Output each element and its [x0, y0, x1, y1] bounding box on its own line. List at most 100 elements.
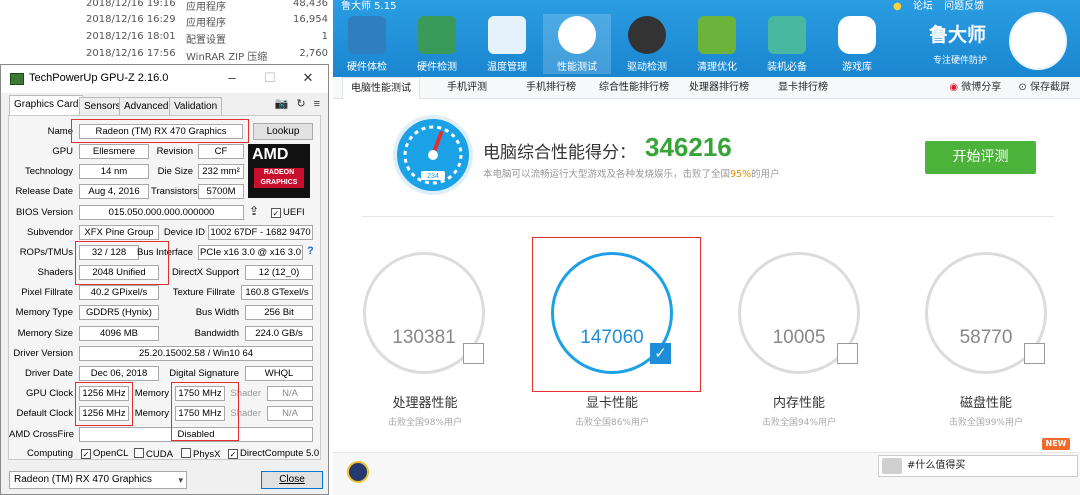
- bandwidth-label: Bandwidth: [194, 328, 239, 339]
- subvendor-field: XFX Pine Group: [79, 225, 159, 240]
- broom-icon: [698, 16, 736, 54]
- start-benchmark-button[interactable]: 开始评测: [925, 141, 1036, 174]
- maximize-icon[interactable]: ☐: [259, 68, 281, 88]
- bandwidth-field: 224.0 GB/s: [245, 326, 313, 341]
- promo-banner[interactable]: #什么值得买: [878, 455, 1078, 477]
- default-memory-label: Memory: [134, 408, 169, 419]
- tab-cpu-ranking[interactable]: 处理器排行榜: [689, 77, 749, 99]
- nav-games[interactable]: 游戏库: [823, 14, 891, 74]
- bus-width-label: Bus Width: [195, 307, 239, 318]
- disk-checkbox[interactable]: [1024, 343, 1045, 364]
- ludashi-header: 鲁大师 5.15 ● 论坛 问题反馈 硬件体检 硬件检测 温度管理 性能测试 驱…: [333, 0, 1080, 77]
- nav-temperature[interactable]: 温度管理: [473, 14, 541, 74]
- opencl-label: OpenCL: [93, 448, 129, 459]
- nav-performance-test[interactable]: 性能测试: [543, 14, 611, 74]
- close-button[interactable]: Close: [261, 471, 323, 489]
- file-row[interactable]: 2018/12/16 17:56 WinRAR ZIP 压缩 2,760: [0, 46, 330, 64]
- nav-hardware-detect[interactable]: 硬件检测: [403, 14, 471, 74]
- highlight-box: [75, 382, 133, 426]
- tab-validation[interactable]: Validation: [169, 97, 223, 115]
- pixel-fillrate-label: Pixel Fillrate: [21, 287, 73, 298]
- divider: [363, 216, 1053, 217]
- rops-tmus-label: ROPs/TMUs: [19, 247, 73, 258]
- weibo-icon: ◉: [949, 82, 959, 93]
- lookup-button[interactable]: Lookup: [253, 123, 313, 140]
- amd-logo-text: AMD: [252, 146, 289, 163]
- share-icon[interactable]: ⇪: [249, 204, 259, 218]
- physx-checkbox[interactable]: PhysX: [181, 448, 220, 460]
- driver-version-label: Driver Version: [13, 348, 73, 359]
- bios-version-field: 015.050.000.000.000000: [79, 205, 244, 220]
- bus-interface-field: PCIe x16 3.0 @ x16 3.0: [198, 245, 303, 260]
- default-shader-field: N/A: [267, 406, 313, 421]
- opencl-checkbox[interactable]: ✓ OpenCL: [81, 448, 128, 459]
- transistors-field: 5700M: [198, 184, 244, 199]
- feedback-link[interactable]: 问题反馈: [944, 1, 984, 12]
- cpu-checkbox[interactable]: [463, 343, 484, 364]
- uefi-label: UEFI: [283, 207, 305, 218]
- nav-driver-detect[interactable]: 驱动检测: [613, 14, 681, 74]
- cuda-label: CUDA: [146, 449, 173, 460]
- highlight-box: [75, 241, 169, 285]
- cuda-checkbox[interactable]: CUDA: [134, 448, 173, 460]
- brand-tagline: 专注硬件防护: [933, 56, 988, 66]
- card-select[interactable]: Radeon (TM) RX 470 Graphics ▾: [9, 471, 187, 489]
- weibo-share-link[interactable]: ◉ 微博分享: [949, 82, 1001, 93]
- disk-score-sub: 击败全国99%用户: [948, 418, 1023, 428]
- gauge-number: 234: [427, 173, 439, 180]
- directcompute-checkbox[interactable]: ✓ DirectCompute 5.0: [228, 448, 319, 459]
- tab-graphics-card[interactable]: Graphics Card: [9, 95, 84, 116]
- name-label: Name: [47, 126, 73, 137]
- score-label: 电脑综合性能得分：: [483, 143, 636, 163]
- gpu-field: Ellesmere: [79, 144, 149, 159]
- file-size: 1: [321, 31, 328, 42]
- tab-overall-ranking[interactable]: 综合性能排行榜: [599, 77, 669, 99]
- directcompute-label: DirectCompute 5.0: [240, 448, 320, 459]
- checkbox-icon: ✓: [228, 449, 238, 459]
- driver-date-field: Dec 06, 2018: [79, 366, 159, 381]
- tab-pc-performance[interactable]: 电脑性能测试: [342, 77, 420, 99]
- tab-phone-review[interactable]: 手机评测: [447, 77, 487, 99]
- directx-field: 12 (12_0): [245, 265, 313, 280]
- thermometer-icon: [488, 16, 526, 54]
- memory-clock-label: Memory: [134, 388, 169, 399]
- tab-gpu-ranking[interactable]: 显卡排行榜: [778, 77, 828, 99]
- checkbox-icon: ✓: [271, 208, 281, 218]
- tab-phone-ranking[interactable]: 手机排行榜: [526, 77, 576, 99]
- ludashi-subtabs: 电脑性能测试 手机评测 手机排行榜 综合性能排行榜 处理器排行榜 显卡排行榜 ◉…: [333, 77, 1080, 99]
- file-row[interactable]: 2018/12/16 18:01 配置设置 1: [0, 29, 330, 47]
- nav-label: 硬件体检: [347, 62, 387, 73]
- board-icon: [418, 16, 456, 54]
- close-icon[interactable]: ✕: [297, 68, 319, 88]
- score-desc-post: 的用户: [751, 169, 780, 180]
- forum-link[interactable]: 论坛: [913, 1, 933, 12]
- die-size-label: Die Size: [157, 166, 193, 177]
- gpuz-titlebar[interactable]: TechPowerUp GPU-Z 2.16.0 – ☐ ✕: [1, 65, 328, 93]
- highlight-box: [71, 119, 249, 143]
- nav-hardware-checkup[interactable]: 硬件体检: [333, 14, 401, 74]
- gpu-score-sub: 击败全国86%用户: [574, 418, 649, 428]
- camera-icon[interactable]: 📷: [275, 98, 289, 110]
- gpu-label: GPU: [52, 146, 73, 157]
- nav-cleanup[interactable]: 清理优化: [683, 14, 751, 74]
- minimize-icon[interactable]: –: [221, 68, 243, 88]
- shader-clock-field: N/A: [267, 386, 313, 401]
- refresh-icon[interactable]: ↻: [296, 98, 305, 110]
- revision-field: CF: [198, 144, 244, 159]
- chevron-down-icon: ▾: [178, 475, 183, 485]
- radeon-logo-text: RADEON GRAPHICS: [254, 168, 304, 188]
- file-type: WinRAR ZIP 压缩: [186, 52, 268, 63]
- memory-checkbox[interactable]: [837, 343, 858, 364]
- help-icon[interactable]: ?: [307, 245, 314, 257]
- file-type: 应用程序: [186, 18, 226, 29]
- memory-score-label: 内存性能: [772, 396, 825, 411]
- tab-advanced[interactable]: Advanced: [119, 97, 174, 115]
- screenshot-link[interactable]: ⊙ 保存截屏: [1018, 82, 1070, 93]
- uefi-checkbox[interactable]: ✓ UEFI: [271, 207, 305, 218]
- share-links: ◉ 微博分享 ⊙ 保存截屏: [935, 77, 1070, 99]
- file-row[interactable]: 2018/12/16 16:29 应用程序 16,954: [0, 12, 330, 30]
- ludashi-logo-icon[interactable]: [347, 461, 369, 483]
- gpuz-title: TechPowerUp GPU-Z 2.16.0: [29, 72, 169, 84]
- menu-icon[interactable]: ≡: [314, 98, 320, 110]
- nav-essentials[interactable]: 装机必备: [753, 14, 821, 74]
